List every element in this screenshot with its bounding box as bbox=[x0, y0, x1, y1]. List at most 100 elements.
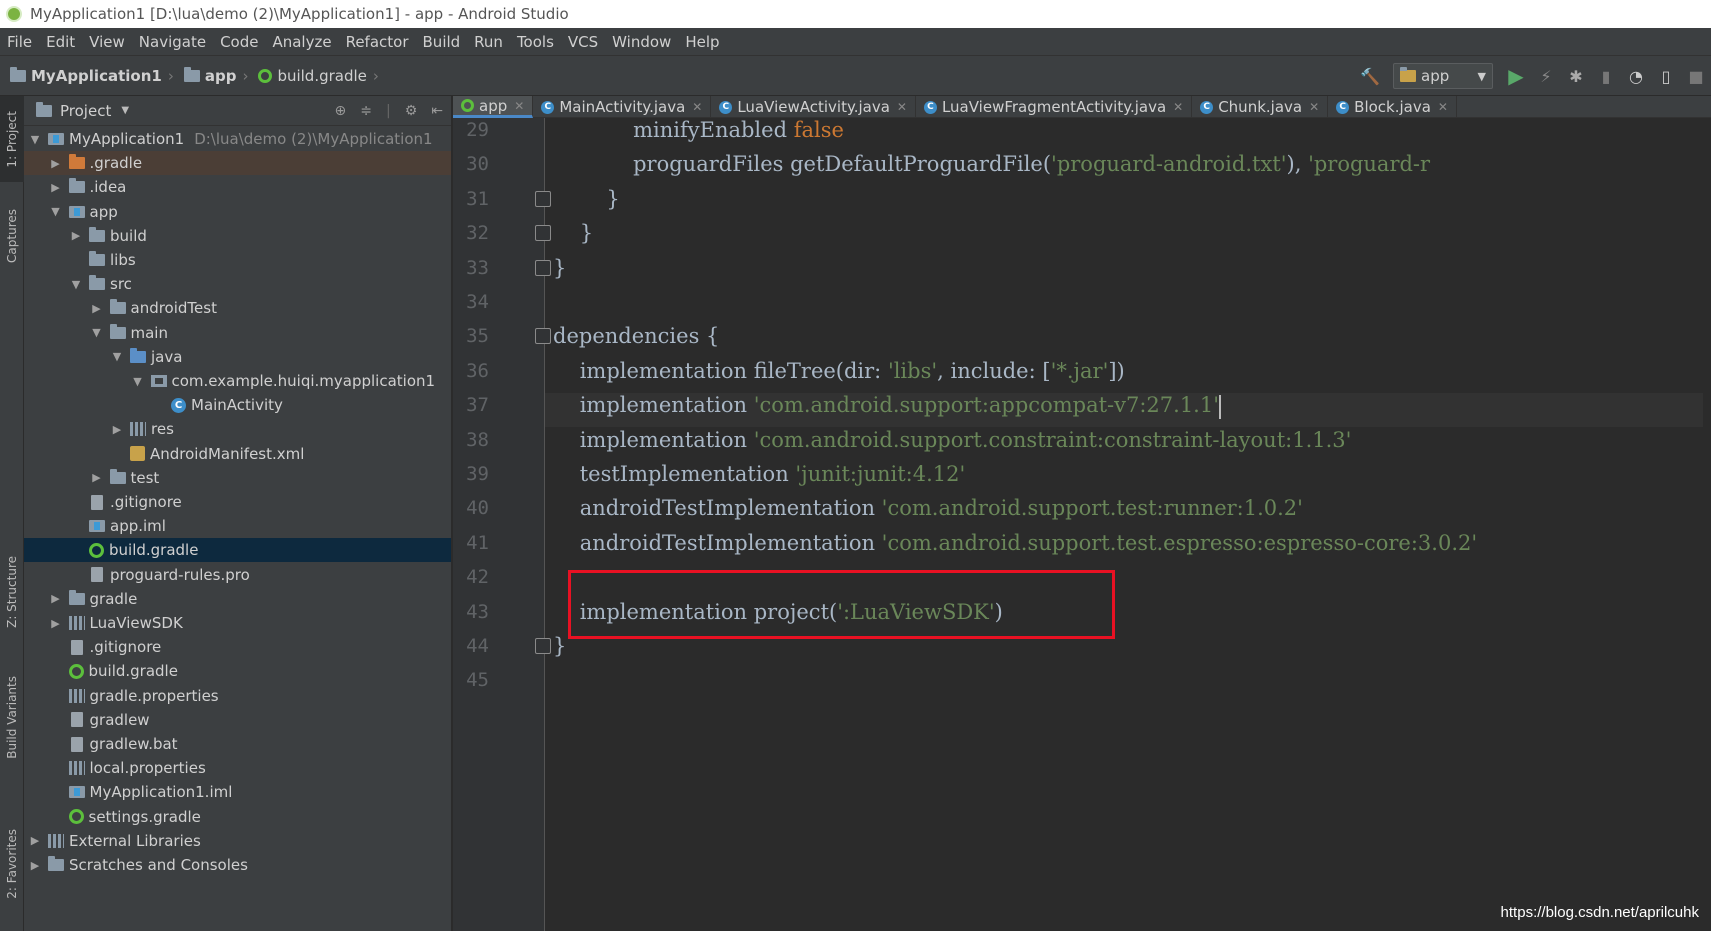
tree-item[interactable]: ▶gradlew.bat bbox=[24, 732, 451, 756]
tree-item[interactable]: ▶ LuaViewSDK bbox=[24, 611, 451, 635]
editor-tab[interactable]: C MainActivity.java ✕ bbox=[533, 96, 712, 118]
close-icon[interactable]: ✕ bbox=[897, 100, 907, 114]
tree-item[interactable]: ▶ build bbox=[24, 224, 451, 248]
tree-item[interactable]: ▶ Scratches and Consoles bbox=[24, 853, 451, 877]
fold-marker-icon[interactable] bbox=[535, 328, 551, 345]
tool-tab-project[interactable]: 1: Project bbox=[0, 96, 24, 182]
tree-item[interactable]: ▶libs bbox=[24, 248, 451, 272]
menu-vcs[interactable]: VCS bbox=[561, 28, 605, 56]
tree-item[interactable]: ▶ androidTest bbox=[24, 296, 451, 320]
gear-icon[interactable]: ⚙ bbox=[405, 103, 418, 119]
tool-tab-structure[interactable]: Z: Structure bbox=[0, 546, 24, 638]
expanded-arrow-icon[interactable]: ▼ bbox=[49, 205, 63, 218]
menu-window[interactable]: Window bbox=[605, 28, 678, 56]
menu-help[interactable]: Help bbox=[678, 28, 726, 56]
profiler-gauge-icon[interactable]: ◔ bbox=[1625, 65, 1647, 87]
hide-panel-icon[interactable]: ⇤ bbox=[431, 103, 443, 119]
tree-item[interactable]: ▶ .gradle bbox=[24, 151, 451, 176]
collapsed-arrow-icon[interactable]: ▶ bbox=[90, 302, 104, 315]
menu-run[interactable]: Run bbox=[467, 28, 510, 56]
tree-item[interactable]: ▶build.gradle bbox=[24, 659, 451, 683]
code-line[interactable]: dependencies { bbox=[553, 324, 719, 358]
collapsed-arrow-icon[interactable]: ▶ bbox=[49, 181, 63, 194]
tree-item[interactable]: ▼ MyApplication1 D:\lua\demo (2)\MyApplica… bbox=[24, 127, 451, 151]
collapsed-arrow-icon[interactable]: ▶ bbox=[110, 423, 124, 436]
tree-item[interactable]: ▼ com.example.huiqi.myapplication1 bbox=[24, 369, 451, 393]
tool-tab-captures[interactable]: Captures bbox=[0, 196, 24, 276]
menu-analyze[interactable]: Analyze bbox=[265, 28, 338, 56]
breadcrumb-module[interactable]: app › bbox=[183, 66, 248, 85]
stop-icon[interactable]: ■ bbox=[1685, 65, 1707, 87]
collapsed-arrow-icon[interactable]: ▶ bbox=[28, 834, 42, 847]
tree-item[interactable]: ▶gradlew bbox=[24, 708, 451, 732]
tool-tab-favorites[interactable]: 2: Favorites bbox=[0, 796, 24, 931]
editor-tab[interactable]: app ✕ bbox=[453, 96, 534, 118]
tree-item[interactable]: ▶CMainActivity bbox=[24, 393, 451, 417]
code-line[interactable]: minifyEnabled false bbox=[553, 118, 844, 152]
tool-tab-build-variants[interactable]: Build Variants bbox=[0, 666, 24, 768]
code-line[interactable]: testImplementation 'junit:junit:4.12' bbox=[553, 462, 966, 496]
tree-item[interactable]: ▶MyApplication1.iml bbox=[24, 780, 451, 804]
code-line[interactable]: } bbox=[553, 221, 593, 255]
tree-item[interactable]: ▼ src bbox=[24, 272, 451, 296]
editor-tab[interactable]: C Chunk.java ✕ bbox=[1192, 96, 1329, 118]
tree-item[interactable]: ▼ java bbox=[24, 345, 451, 369]
expanded-arrow-icon[interactable]: ▼ bbox=[90, 326, 104, 339]
breadcrumb-file[interactable]: build.gradle › bbox=[258, 67, 379, 85]
tree-item[interactable]: ▶AndroidManifest.xml bbox=[24, 442, 451, 466]
fold-marker-icon[interactable] bbox=[535, 225, 551, 242]
menu-build[interactable]: Build bbox=[416, 28, 468, 56]
tree-item[interactable]: ▶build.gradle bbox=[24, 538, 451, 563]
editor-tab[interactable]: C Block.java ✕ bbox=[1328, 96, 1457, 118]
tree-item[interactable]: ▼ app bbox=[24, 200, 451, 224]
project-view-select[interactable]: Project bbox=[60, 102, 111, 120]
chevron-down-icon[interactable]: ▼ bbox=[121, 105, 129, 116]
collapsed-arrow-icon[interactable]: ▶ bbox=[49, 592, 63, 605]
collapsed-arrow-icon[interactable]: ▶ bbox=[49, 157, 63, 170]
close-icon[interactable]: ✕ bbox=[1309, 100, 1319, 114]
collapsed-arrow-icon[interactable]: ▶ bbox=[28, 859, 42, 872]
close-icon[interactable]: ✕ bbox=[514, 99, 524, 113]
collapsed-arrow-icon[interactable]: ▶ bbox=[49, 617, 63, 630]
menu-refactor[interactable]: Refactor bbox=[339, 28, 416, 56]
tree-item[interactable]: ▶ gradle bbox=[24, 587, 451, 611]
fold-marker-icon[interactable] bbox=[535, 638, 551, 654]
code-line[interactable]: implementation 'com.android.support:appc… bbox=[545, 393, 1703, 428]
code-line[interactable]: } bbox=[553, 634, 566, 668]
make-project-hammer-icon[interactable]: 🔨 bbox=[1359, 65, 1381, 87]
tree-item[interactable]: ▶ .idea bbox=[24, 175, 451, 199]
code-line[interactable]: androidTestImplementation 'com.android.s… bbox=[553, 496, 1303, 530]
fold-marker-icon[interactable] bbox=[535, 259, 551, 276]
collapse-all-icon[interactable]: ≑ bbox=[360, 103, 372, 119]
code-line[interactable]: } bbox=[553, 256, 566, 290]
expanded-arrow-icon[interactable]: ▼ bbox=[69, 278, 83, 291]
tree-item[interactable]: ▶ External Libraries bbox=[24, 829, 451, 853]
collapsed-arrow-icon[interactable]: ▶ bbox=[90, 471, 104, 484]
menu-view[interactable]: View bbox=[82, 28, 132, 56]
close-icon[interactable]: ✕ bbox=[1438, 100, 1448, 114]
code-line[interactable]: } bbox=[553, 187, 619, 221]
tree-item[interactable]: ▶.gitignore bbox=[24, 490, 451, 514]
code-editor[interactable]: 29 30 31 32 33 34 35 36 37 38 39 40 41 42 43 44 45 minif… bbox=[453, 118, 1711, 931]
scroll-from-source-icon[interactable]: ⊕ bbox=[335, 103, 347, 119]
menu-file[interactable]: File bbox=[0, 28, 39, 56]
close-icon[interactable]: ✕ bbox=[692, 100, 702, 114]
collapsed-arrow-icon[interactable]: ▶ bbox=[69, 229, 83, 242]
menu-edit[interactable]: Edit bbox=[39, 28, 82, 56]
tree-item[interactable]: ▶app.iml bbox=[24, 514, 451, 538]
apply-changes-icon[interactable]: ⚡ bbox=[1535, 65, 1557, 87]
tree-item[interactable]: ▶local.properties bbox=[24, 756, 451, 780]
run-configuration-select[interactable]: app ▼ bbox=[1393, 63, 1493, 89]
fold-marker-icon[interactable] bbox=[535, 190, 551, 207]
tree-item[interactable]: ▶ test bbox=[24, 466, 451, 490]
tree-item[interactable]: ▶ res bbox=[24, 417, 451, 441]
code-line[interactable]: implementation 'com.android.support.cons… bbox=[553, 428, 1352, 462]
code-line[interactable]: androidTestImplementation 'com.android.s… bbox=[553, 531, 1477, 565]
tree-item[interactable]: ▶.gitignore bbox=[24, 635, 451, 659]
editor-tab[interactable]: C LuaViewFragmentActivity.java ✕ bbox=[916, 96, 1193, 118]
tree-item[interactable]: ▶settings.gradle bbox=[24, 805, 451, 829]
tree-item[interactable]: ▶proguard-rules.pro bbox=[24, 563, 451, 587]
expanded-arrow-icon[interactable]: ▼ bbox=[110, 350, 124, 363]
attach-debugger-icon[interactable]: ▯ bbox=[1655, 65, 1677, 87]
expanded-arrow-icon[interactable]: ▼ bbox=[28, 133, 42, 146]
